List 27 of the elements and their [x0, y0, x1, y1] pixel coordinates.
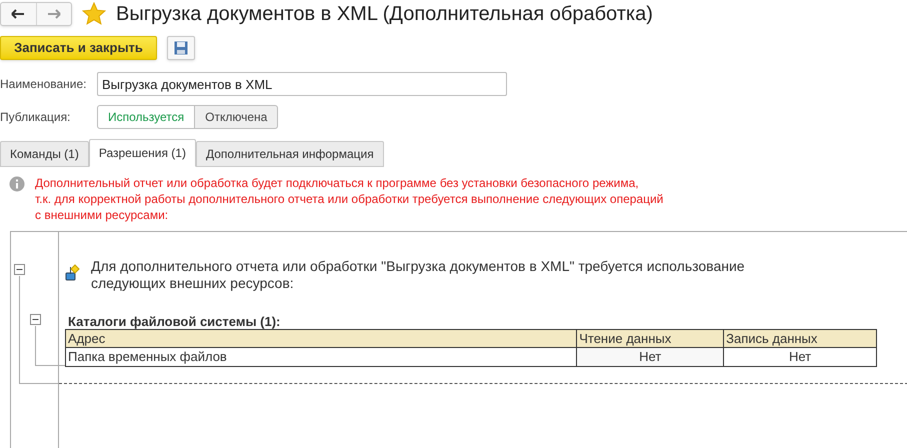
tab[interactable]: Команды (1)	[0, 141, 89, 167]
group-title: Каталоги файловой системы (1):	[68, 313, 280, 331]
save-button[interactable]	[167, 36, 195, 60]
collapse-toggle-icon[interactable]	[30, 314, 41, 325]
field-label: Наименование:	[0, 76, 88, 93]
column-header[interactable]: Адрес	[66, 330, 577, 348]
collapse-toggle-icon[interactable]	[14, 264, 25, 275]
back-arrow-icon	[11, 9, 26, 19]
name-input-field[interactable]: Выгрузка документов в XML	[97, 72, 507, 96]
tab[interactable]: Дополнительная информация	[196, 141, 384, 167]
column-header[interactable]: Чтение данных	[576, 330, 724, 348]
publication-toggle-option[interactable]: Отключена	[195, 105, 278, 129]
table-cell: Нет	[576, 348, 724, 366]
table-cell: Нет	[724, 348, 876, 366]
permission-description: Для дополнительного отчета или обработки "Выгрузка документов в XML" требуется использование следующих внешних ресурсов:	[91, 258, 745, 292]
tab[interactable]: Разрешения (1)	[88, 139, 196, 167]
info-icon	[9, 176, 25, 192]
favorite-star-icon[interactable]	[82, 2, 106, 26]
forward-arrow-icon	[46, 9, 61, 19]
publication-toggle-option[interactable]: Используется	[97, 105, 196, 129]
column-header[interactable]: Запись данных	[724, 330, 876, 348]
table-cell: Папка временных файлов	[66, 348, 577, 366]
window-title: Выгрузка документов в XML (Дополнительная обработка)	[116, 2, 653, 27]
field-label: Публикация:	[0, 109, 72, 126]
plugin-icon	[65, 264, 81, 282]
warning-message: Дополнительный отчет или обработка будет подключаться к программе без установки безопасного режима, т.к. для корректной работы дополнительного отчета или обработки требуется выполнение следующих операций с внешними ресурсами:	[35, 175, 664, 223]
save-and-close-button[interactable]: Записать и закрыть	[0, 36, 157, 60]
